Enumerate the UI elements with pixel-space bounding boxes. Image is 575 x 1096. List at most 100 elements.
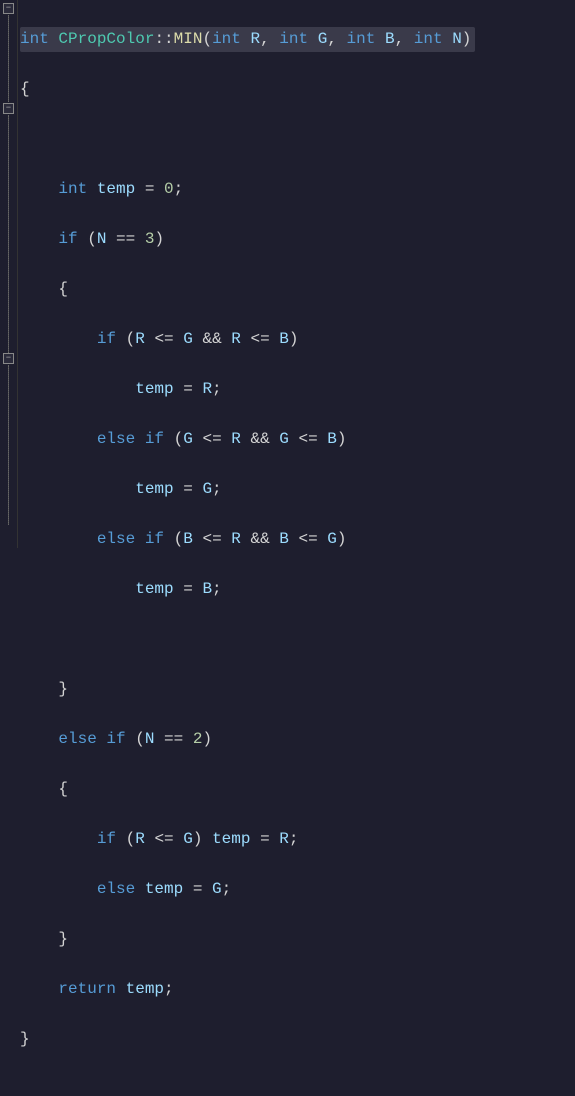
keyword: int <box>279 30 308 48</box>
code-line[interactable]: if (R <= G) temp = R; <box>20 827 575 852</box>
code-line[interactable]: { <box>20 77 575 102</box>
keyword: if <box>106 730 125 748</box>
variable: G <box>327 530 337 548</box>
operator: = <box>183 880 212 898</box>
code-line[interactable]: if (R <= G && R <= B) <box>20 327 575 352</box>
paren: ) <box>154 230 164 248</box>
variable: B <box>202 580 212 598</box>
keyword: if <box>145 430 164 448</box>
semicolon: ; <box>222 880 232 898</box>
operator: <= <box>241 330 279 348</box>
code-editor[interactable]: − − − int CPropColor::MIN(int R, int G, … <box>0 0 575 548</box>
operator: = <box>174 480 203 498</box>
paren: ) <box>337 430 347 448</box>
variable: temp <box>145 880 183 898</box>
brace: { <box>58 280 68 298</box>
variable: N <box>97 230 107 248</box>
keyword: else <box>97 430 135 448</box>
code-line[interactable]: else if (N == 2) <box>20 727 575 752</box>
code-line[interactable]: } <box>20 677 575 702</box>
keyword: return <box>58 980 116 998</box>
code-line[interactable] <box>20 127 575 152</box>
variable: G <box>279 430 289 448</box>
keyword: int <box>58 180 87 198</box>
brace: { <box>58 780 68 798</box>
code-line[interactable]: else temp = G; <box>20 877 575 902</box>
operator: && <box>193 330 231 348</box>
variable: R <box>135 830 145 848</box>
operator: = <box>135 180 164 198</box>
variable: R <box>135 330 145 348</box>
operator: = <box>174 580 203 598</box>
paren: ( <box>174 530 184 548</box>
brace: } <box>58 680 68 698</box>
variable: B <box>279 530 289 548</box>
operator: <= <box>145 830 183 848</box>
code-line[interactable]: int temp = 0; <box>20 177 575 202</box>
semicolon: ; <box>212 580 222 598</box>
keyword: if <box>145 530 164 548</box>
keyword: else <box>97 880 135 898</box>
code-line[interactable]: { <box>20 777 575 802</box>
code-line[interactable]: else if (B <= R && B <= G) <box>20 527 575 552</box>
operator: :: <box>154 30 173 48</box>
semicolon: ; <box>164 980 174 998</box>
operator: <= <box>289 430 327 448</box>
paren: ) <box>289 330 299 348</box>
keyword: if <box>58 230 77 248</box>
code-line[interactable]: temp = B; <box>20 577 575 602</box>
keyword: int <box>414 30 443 48</box>
keyword: if <box>97 330 116 348</box>
number: 3 <box>145 230 155 248</box>
gutter: − − − <box>0 0 18 548</box>
code-line[interactable]: } <box>20 927 575 952</box>
param: R <box>250 30 260 48</box>
code-line[interactable]: temp = R; <box>20 377 575 402</box>
code-line[interactable]: { <box>20 277 575 302</box>
fold-marker-icon[interactable]: − <box>3 353 14 364</box>
variable: G <box>183 330 193 348</box>
variable: R <box>202 380 212 398</box>
fold-marker-icon[interactable]: − <box>3 3 14 14</box>
fold-guide <box>8 365 9 525</box>
variable: R <box>231 530 241 548</box>
semicolon: ; <box>174 180 184 198</box>
paren: ( <box>135 730 145 748</box>
variable: temp <box>97 180 135 198</box>
fold-marker-icon[interactable]: − <box>3 103 14 114</box>
fold-guide <box>8 15 9 102</box>
brace: { <box>20 80 30 98</box>
code-line[interactable]: int CPropColor::MIN(int R, int G, int B,… <box>20 27 575 52</box>
code-line[interactable]: return temp; <box>20 977 575 1002</box>
brace: } <box>58 930 68 948</box>
variable: G <box>212 880 222 898</box>
operator: <= <box>289 530 327 548</box>
semicolon: ; <box>289 830 299 848</box>
variable: R <box>231 330 241 348</box>
function-name: MIN <box>174 30 203 48</box>
variable: temp <box>126 980 164 998</box>
variable: G <box>183 430 193 448</box>
operator: == <box>154 730 192 748</box>
fold-guide <box>8 115 9 355</box>
code-area[interactable]: int CPropColor::MIN(int R, int G, int B,… <box>18 0 575 548</box>
param: G <box>318 30 328 48</box>
code-line[interactable]: else if (G <= R && G <= B) <box>20 427 575 452</box>
number: 2 <box>193 730 203 748</box>
variable: R <box>279 830 289 848</box>
code-line[interactable]: } <box>20 1027 575 1052</box>
operator: <= <box>193 530 231 548</box>
operator: && <box>241 430 279 448</box>
semicolon: ; <box>212 380 222 398</box>
variable: R <box>231 430 241 448</box>
operator: <= <box>193 430 231 448</box>
variable: temp <box>135 380 173 398</box>
code-line[interactable]: if (N == 3) <box>20 227 575 252</box>
variable: B <box>327 430 337 448</box>
code-line[interactable] <box>20 627 575 652</box>
variable: G <box>183 830 193 848</box>
code-line[interactable]: temp = G; <box>20 477 575 502</box>
operator: = <box>250 830 279 848</box>
comma: , <box>327 30 346 48</box>
variable: temp <box>135 580 173 598</box>
